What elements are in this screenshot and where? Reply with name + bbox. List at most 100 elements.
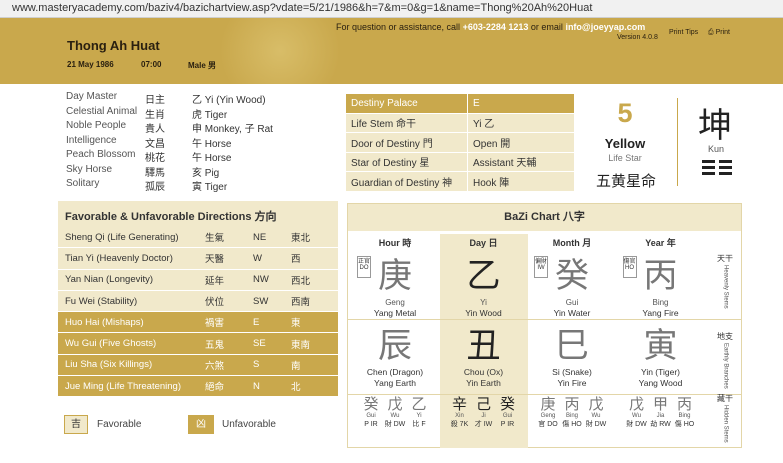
life-star-label: Life Star: [608, 153, 642, 163]
direction-code: N: [253, 380, 260, 392]
direction-name: Huo Hai (Mishaps): [65, 316, 144, 328]
stem-pinyin: Yi: [480, 298, 487, 307]
hidden-stem-pinyin: Geng: [540, 413, 556, 419]
direction-chinese: 六煞: [205, 360, 225, 372]
row-label-english: Heavenly Stems: [722, 265, 729, 309]
direction-chinese: 天醫: [205, 254, 225, 266]
hidden-stem-pinyin: Wu: [632, 413, 641, 419]
hidden-stem-god: 殺 7K: [450, 421, 469, 428]
destiny-row-value: Open 開: [467, 132, 575, 153]
hidden-stem-char: 丙: [676, 395, 692, 413]
life-star-color: Yellow: [604, 136, 646, 151]
hidden-stem-pinyin: Bing: [565, 413, 578, 419]
direction-code: SE: [253, 338, 266, 350]
bazi-title: BaZi Chart 八字: [348, 204, 741, 231]
profile-chinese: 驛馬: [145, 167, 165, 179]
direction-row: Tian Yi (Heavenly Doctor) 天醫 W 西: [58, 248, 338, 270]
profile-label: Solitary: [66, 178, 100, 189]
phone-number: +603-2284 1213: [462, 22, 529, 32]
bazi-pillar: Month 月偏財 IW 癸 Gui Yin Water 巳 Si (Snake) Yin …: [528, 234, 616, 448]
direction-name: Fu Wei (Stability): [65, 295, 138, 307]
direction-code: NW: [253, 274, 269, 286]
pillar-header: Month 月: [552, 238, 592, 248]
hidden-stem-pinyin: Wu: [591, 413, 601, 419]
direction-chinese-dir: 北: [291, 382, 301, 394]
profile-value: 乙 Yi (Yin Wood): [192, 95, 266, 106]
profile-label: Intelligence: [66, 134, 117, 146]
profile-label: Noble People: [66, 120, 127, 131]
profile-chinese: 貴人: [145, 124, 165, 135]
direction-name: Yan Nian (Longevity): [65, 274, 154, 286]
destiny-row-label: Life Stem 命干: [345, 112, 468, 133]
url-text[interactable]: www.masteryacademy.com/baziv4/bazichartv…: [12, 2, 592, 14]
hidden-stem-pinyin: Gui: [502, 413, 513, 419]
hidden-stem-char: 庚: [540, 395, 556, 413]
hidden-stem-god: 才 IW: [474, 421, 493, 428]
profile-label: Day Master: [66, 91, 118, 102]
print-link[interactable]: ⎙ Print: [708, 29, 730, 37]
branch-element: Yin Earth: [466, 378, 501, 388]
browser-url-bar[interactable]: www.masteryacademy.com/baziv4/bazichartv…: [0, 0, 783, 18]
gua-name: Kun: [708, 144, 725, 154]
pillar-header: Hour 時: [378, 238, 412, 248]
direction-chinese-dir: 西南: [291, 297, 311, 309]
row-label-english: Earthly Branches: [722, 343, 729, 389]
hidden-stem-pinyin: Jia: [656, 413, 665, 419]
hidden-stem-char: 己: [475, 395, 491, 413]
stem-pinyin: Geng: [385, 298, 405, 307]
branch-pinyin: Chen (Dragon): [366, 367, 424, 377]
hidden-stem: 丙 Bing 傷 HO: [674, 396, 696, 429]
email-link[interactable]: info@joeyyap.com: [565, 22, 645, 32]
bazi-pillar: Hour 時正官 DO 庚 Geng Yang Metal 辰 Chen (Dragon)…: [351, 234, 439, 448]
hidden-stem-god: 劫 RW: [650, 421, 671, 428]
branch-char: 寅: [643, 326, 678, 366]
direction-chinese-dir: 東北: [291, 233, 311, 245]
direction-row: Jue Ming (Life Threatening) 絕命 N 北: [58, 376, 338, 398]
hidden-stem-char: 癸: [363, 395, 379, 413]
stem-pinyin: Bing: [652, 298, 669, 307]
branch-char: 丑: [466, 326, 501, 366]
profile-value: 虎 Tiger: [192, 109, 228, 121]
hidden-stem: 己 Ji 才 IW: [473, 396, 495, 429]
hidden-stem-char: 癸: [499, 395, 515, 413]
hidden-stem-char: 戊: [387, 395, 403, 413]
gua-character: 坤: [698, 106, 732, 146]
direction-row: Sheng Qi (Life Generating) 生氣 NE 東北: [58, 227, 338, 249]
stem-pinyin: Gui: [565, 298, 579, 307]
birth-time: 07:00: [141, 60, 162, 69]
row-label-chinese: 地支: [717, 332, 733, 341]
direction-row: Wu Gui (Five Ghosts) 五鬼 SE 東南: [58, 333, 338, 355]
directions-legend: 吉 Favorable 凶 Unfavorable: [58, 414, 338, 436]
destiny-palace-label: Destiny Palace: [345, 93, 468, 114]
stem-element: Yin Water: [553, 308, 591, 318]
direction-name: Liu Sha (Six Killings): [65, 359, 153, 371]
destiny-row-label: Star of Destiny 星: [345, 151, 468, 172]
bazi-chart: BaZi Chart 八字 Hour 時正官 DO 庚 Geng Yang Metal…: [347, 203, 742, 448]
direction-name: Jue Ming (Life Threatening): [65, 380, 181, 392]
profile-value: 申 Monkey, 子 Rat: [192, 124, 273, 135]
hidden-stem-pinyin: Xin: [455, 413, 464, 419]
destiny-row-value: Assistant 天輔: [467, 151, 575, 172]
row-divider: [348, 319, 741, 320]
direction-chinese-dir: 東: [291, 318, 301, 330]
profile-value: 亥 Pig: [192, 167, 220, 179]
direction-chinese-dir: 東南: [291, 339, 311, 351]
direction-code: E: [253, 316, 260, 328]
stem-char: 丙: [643, 256, 678, 296]
direction-chinese: 生氣: [205, 233, 225, 245]
branch-element: Yin Fire: [557, 378, 587, 388]
directions-panel: Favorable & Unfavorable Directions 方向 Sh…: [58, 201, 338, 398]
hidden-stem-pinyin: Bing: [678, 413, 691, 419]
row-label: 天干 Heavenly Stems: [711, 254, 739, 309]
branch-char: 辰: [378, 326, 412, 366]
destiny-row-label: Guardian of Destiny 神: [345, 171, 468, 192]
hidden-stem-god: P IR: [364, 421, 378, 428]
print-tips-link[interactable]: Print Tips: [669, 29, 698, 36]
print-icon: ⎙: [708, 29, 714, 36]
row-label-chinese: 天干: [717, 254, 733, 263]
hidden-stem: 甲 Jia 劫 RW: [650, 396, 672, 429]
pillar-header: Year 年: [645, 238, 676, 248]
row-label-chinese: 藏干: [717, 394, 733, 403]
hidden-stem-pinyin: Gui: [366, 413, 376, 419]
profile-label: Celestial Animal: [66, 105, 138, 117]
